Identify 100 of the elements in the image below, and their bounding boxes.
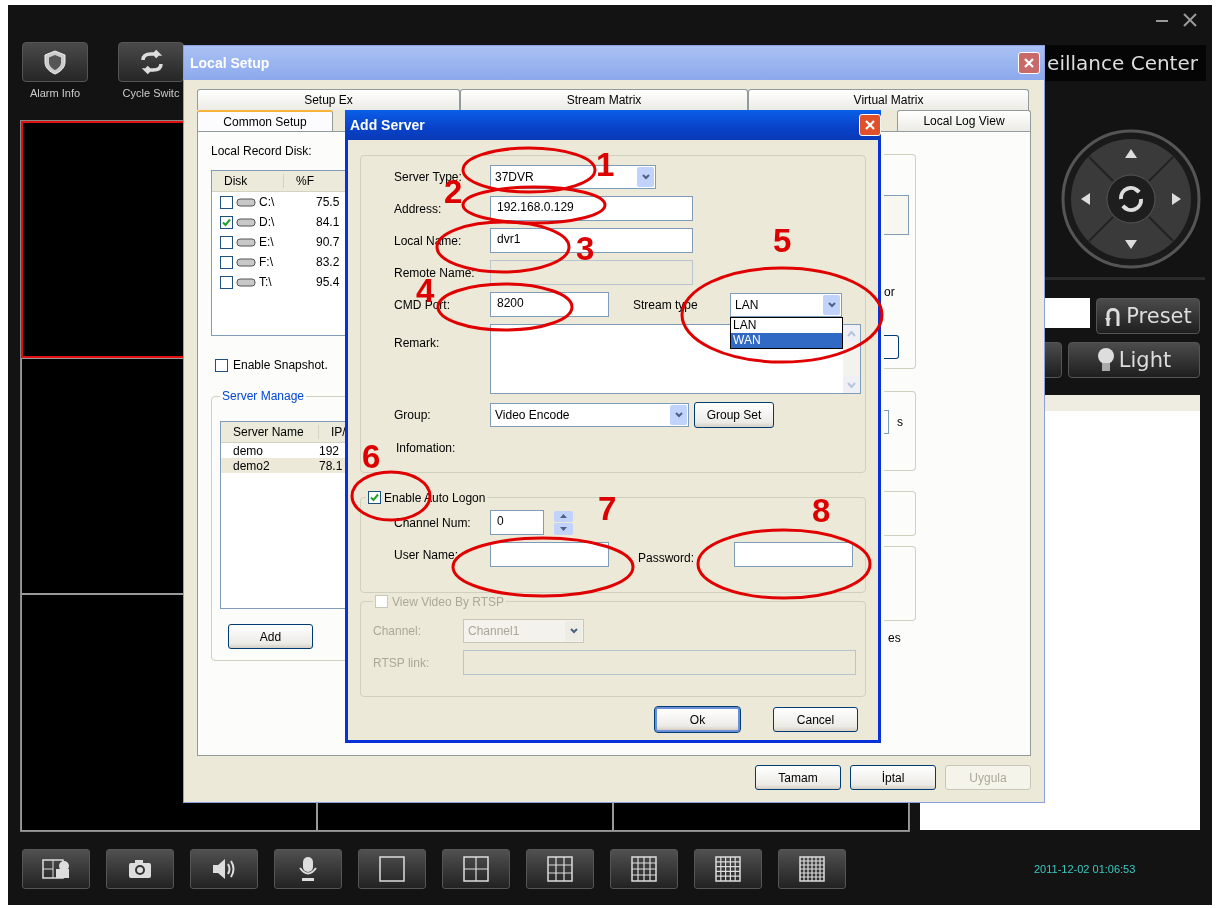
checkbox[interactable]: [220, 235, 233, 249]
caret-icon: [568, 626, 579, 635]
field-label: Group:: [394, 407, 432, 422]
shield-icon: [42, 49, 68, 75]
field-label: Infomation:: [395, 441, 457, 455]
caret-icon: [673, 410, 684, 419]
tab[interactable]: Common Setup: [197, 110, 333, 133]
grid-layout-icon: [630, 854, 658, 883]
close-icon[interactable]: [1182, 12, 1198, 28]
label-fragment: s: [897, 415, 903, 429]
caret-icon: [826, 300, 837, 309]
dialog-button[interactable]: Tamam: [755, 765, 841, 790]
tab[interactable]: Setup Ex: [197, 89, 460, 110]
checkbox[interactable]: [220, 195, 233, 209]
field-label: User Name:: [394, 547, 459, 562]
disk-free: 75.5: [315, 195, 340, 209]
channel-dropdown: Channel1: [463, 618, 584, 643]
column-header: Server Name: [221, 425, 319, 439]
grid-layout-icon: [462, 854, 490, 883]
toolbar-button[interactable]: [22, 42, 88, 82]
disk-name: T:\: [259, 275, 272, 289]
checkbox-label: View Video By RTSP: [392, 594, 505, 609]
toolbar-button[interactable]: [106, 848, 174, 889]
cycle-arrows-icon: [138, 49, 164, 75]
field-label: RTSP link:: [373, 655, 431, 670]
add-button[interactable]: Add: [228, 624, 313, 649]
disk-free: 90.7: [315, 235, 340, 249]
drive-icon: [236, 277, 256, 287]
tab[interactable]: Virtual Matrix: [748, 89, 1029, 110]
toolbar-button[interactable]: [118, 42, 184, 82]
dialog-button[interactable]: Ok: [655, 707, 740, 732]
column-header: IP/: [330, 425, 346, 439]
address-field[interactable]: 192.168.0.129: [490, 196, 693, 221]
table-cell-text: demo2: [232, 458, 271, 473]
dropdown-option[interactable]: WAN: [731, 332, 842, 348]
clock-text: 2011-12-02 01:06:53: [1034, 862, 1136, 875]
group-box: [884, 491, 916, 536]
disk-name: F:\: [259, 255, 273, 269]
checkbox[interactable]: [368, 491, 381, 504]
dialog-button: Uygula: [945, 765, 1031, 790]
toolbar-button[interactable]: [694, 848, 762, 889]
close-button[interactable]: [1018, 52, 1040, 74]
caret-icon: [640, 172, 651, 181]
disk-name: C:\: [259, 195, 275, 209]
single-view-icon: [378, 854, 406, 883]
grid-layout-icon: [714, 854, 742, 883]
checkbox[interactable]: [220, 215, 233, 229]
field-label: Channel:: [373, 623, 423, 638]
light-button[interactable]: Light: [1068, 342, 1200, 378]
drive-icon: [236, 217, 256, 227]
disk-free: 84.1: [315, 215, 340, 229]
checkbox[interactable]: [220, 255, 233, 269]
toolbar-button[interactable]: [358, 848, 426, 889]
annotation-number: 8: [812, 494, 831, 527]
toolbar-label: Alarm Info: [29, 87, 81, 99]
disk-free: 95.4: [315, 275, 340, 289]
label-fragment: or: [884, 285, 896, 299]
field-label: Address:: [394, 201, 443, 216]
port-field[interactable]: 8200: [490, 292, 609, 317]
grid-layout-icon: [546, 854, 574, 883]
preset-field[interactable]: [1044, 298, 1090, 328]
ptz-control-drawing[interactable]: [1061, 128, 1201, 269]
drive-icon: [236, 197, 256, 207]
password-field[interactable]: [734, 542, 853, 567]
dialog-button[interactable]: İptal: [850, 765, 936, 790]
table-cell-text: demo: [232, 443, 265, 458]
group-set-button[interactable]: Group Set: [694, 401, 774, 428]
channel-number-field[interactable]: 0: [490, 510, 544, 535]
toolbar-button[interactable]: [274, 848, 342, 889]
window-title: Local Setup: [190, 55, 270, 71]
dropdown-option[interactable]: LAN: [731, 317, 842, 333]
dialog-title: Add Server: [350, 117, 425, 133]
checkbox[interactable]: [215, 358, 228, 372]
disk-free: 83.2: [315, 255, 340, 269]
drive-icon: [236, 237, 256, 247]
column-header: %F: [295, 174, 314, 188]
grid-layout-icon: [798, 854, 826, 883]
group-dropdown[interactable]: Video Encode: [490, 402, 689, 427]
table-cell: 78.1: [319, 458, 343, 473]
label-fragment: es: [887, 631, 902, 645]
annotation-number: 6: [362, 440, 381, 473]
close-icon: [1023, 57, 1035, 69]
username-field[interactable]: [490, 542, 609, 567]
tab[interactable]: Local Log View: [897, 110, 1031, 131]
spinner[interactable]: [554, 510, 573, 535]
annotation-number: 7: [598, 492, 617, 525]
tab[interactable]: Stream Matrix: [460, 89, 748, 110]
annotation-number: 5: [773, 224, 792, 257]
toolbar-button[interactable]: [778, 848, 846, 889]
close-button[interactable]: [859, 114, 881, 136]
dialog-button[interactable]: Cancel: [773, 707, 858, 732]
toolbar-button[interactable]: [610, 848, 678, 889]
checkbox[interactable]: [220, 275, 233, 289]
disk-name: D:\: [259, 215, 275, 229]
toolbar-button[interactable]: [526, 848, 594, 889]
toolbar-button[interactable]: [22, 848, 90, 889]
toolbar-button[interactable]: [190, 848, 258, 889]
column-header: Disk: [212, 174, 284, 188]
toolbar-button[interactable]: [442, 848, 510, 889]
preset-button[interactable]: Preset: [1096, 298, 1200, 334]
